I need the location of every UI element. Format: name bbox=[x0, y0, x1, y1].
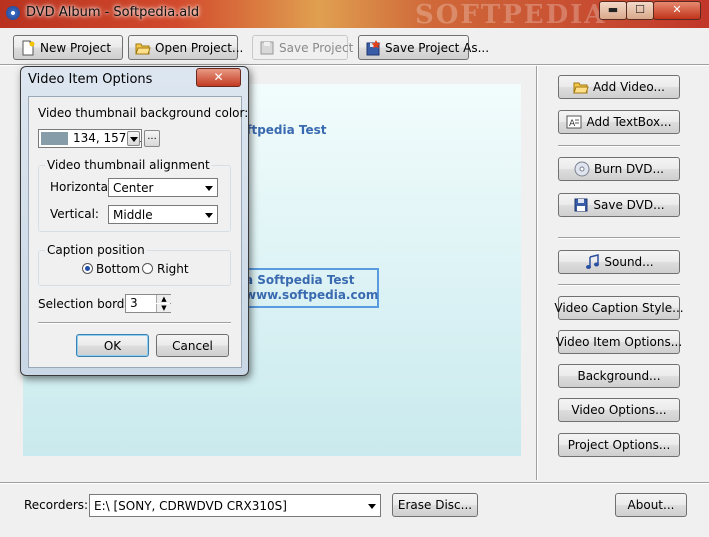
about-button[interactable]: About... bbox=[615, 493, 687, 517]
chevron-down-icon bbox=[130, 137, 138, 142]
save-as-icon bbox=[365, 39, 381, 56]
chevron-down-icon bbox=[205, 185, 213, 191]
background-button[interactable]: Background... bbox=[558, 364, 680, 388]
sound-label: Sound... bbox=[604, 255, 654, 269]
caption-position-label: Caption position bbox=[45, 243, 147, 257]
folder-open-icon bbox=[135, 40, 151, 56]
cancel-button[interactable]: Cancel bbox=[156, 334, 229, 357]
recorders-value: E:\ [SONY, CDRWDVD CRX310S] bbox=[94, 498, 287, 513]
burn-dvd-label: Burn DVD... bbox=[594, 162, 664, 176]
save-project-label: Save Project bbox=[279, 40, 354, 55]
right-panel-divider-2 bbox=[558, 237, 680, 239]
textbox-icon: A bbox=[566, 114, 582, 130]
new-file-icon bbox=[20, 40, 36, 56]
bg-color-swatch bbox=[41, 132, 68, 145]
window-title: DVD Album - Softpedia.ald bbox=[26, 5, 200, 20]
vertical-dropdown[interactable]: Middle bbox=[108, 205, 218, 224]
bottom-divider bbox=[0, 482, 709, 484]
bg-color-more-button[interactable]: ... bbox=[144, 130, 160, 147]
spin-down-icon[interactable]: ▼ bbox=[156, 304, 171, 312]
open-project-button[interactable]: Open Project... bbox=[128, 35, 243, 60]
dialog-divider bbox=[38, 322, 231, 324]
horizontal-value: Center bbox=[113, 180, 154, 195]
add-textbox-button[interactable]: A Add TextBox... bbox=[558, 110, 680, 134]
music-note-icon bbox=[584, 254, 600, 270]
save-project-button[interactable]: Save Project bbox=[252, 35, 353, 60]
chevron-down-icon bbox=[205, 212, 213, 218]
save-disk-icon bbox=[259, 40, 275, 56]
caption-bottom-radio[interactable] bbox=[82, 263, 93, 274]
horizontal-label: Horizontal: bbox=[50, 180, 116, 194]
recorders-dropdown[interactable]: E:\ [SONY, CDRWDVD CRX310S] bbox=[89, 494, 381, 517]
sound-button[interactable]: Sound... bbox=[558, 250, 680, 274]
minimize-button[interactable]: ▬ bbox=[599, 1, 627, 20]
close-button[interactable]: ✕ bbox=[653, 1, 701, 20]
burn-dvd-button[interactable]: Burn DVD... bbox=[558, 157, 680, 181]
maximize-button[interactable]: ☐ bbox=[626, 1, 654, 20]
preview-item-caption-line2: www.softpedia.com bbox=[245, 288, 379, 302]
selection-border-value: 3 bbox=[130, 296, 138, 310]
video-item-options-button[interactable]: Video Item Options... bbox=[556, 330, 682, 354]
preview-item-caption-line1: a Softpedia Test bbox=[245, 273, 355, 287]
preview-title-text[interactable]: oftpedia Test bbox=[238, 123, 327, 137]
recorders-label: Recorders: bbox=[24, 498, 89, 512]
folder-open-icon bbox=[573, 79, 589, 95]
alignment-group-label: Video thumbnail alignment bbox=[45, 158, 212, 172]
caption-right-radio[interactable] bbox=[142, 263, 153, 274]
bg-color-dropdown-button[interactable] bbox=[127, 131, 140, 146]
vertical-label: Vertical: bbox=[50, 207, 99, 221]
chevron-down-icon bbox=[368, 503, 376, 509]
app-icon bbox=[6, 6, 20, 20]
save-dvd-button[interactable]: Save DVD... bbox=[558, 193, 680, 217]
spin-up-icon[interactable]: ▲ bbox=[156, 295, 171, 303]
open-project-label: Open Project... bbox=[155, 40, 244, 55]
add-video-button[interactable]: Add Video... bbox=[558, 75, 680, 99]
new-project-button[interactable]: New Project bbox=[13, 35, 123, 60]
erase-disc-button[interactable]: Erase Disc... bbox=[392, 493, 478, 517]
watermark: SOFTPEDIA bbox=[415, 0, 607, 30]
disc-icon bbox=[574, 161, 590, 177]
dialog-close-button[interactable]: ✕ bbox=[196, 68, 241, 87]
save-project-as-button[interactable]: Save Project As... bbox=[358, 35, 489, 60]
project-options-button[interactable]: Project Options... bbox=[558, 433, 680, 457]
video-caption-style-button[interactable]: Video Caption Style... bbox=[554, 296, 684, 320]
save-project-as-label: Save Project As... bbox=[385, 40, 490, 55]
bg-color-label: Video thumbnail background color: bbox=[38, 106, 249, 120]
ok-button[interactable]: OK bbox=[76, 334, 149, 357]
svg-text:A: A bbox=[569, 119, 576, 129]
new-project-label: New Project bbox=[40, 40, 112, 55]
video-options-button[interactable]: Video Options... bbox=[558, 398, 680, 422]
add-video-label: Add Video... bbox=[593, 80, 665, 94]
right-panel-divider-1 bbox=[558, 145, 680, 147]
caption-right-label[interactable]: Right bbox=[157, 262, 189, 276]
right-panel-divider-3 bbox=[558, 284, 680, 286]
save-dvd-label: Save DVD... bbox=[593, 198, 665, 212]
panel-divider bbox=[536, 66, 538, 480]
caption-bottom-label[interactable]: Bottom bbox=[96, 262, 140, 276]
horizontal-dropdown[interactable]: Center bbox=[108, 178, 218, 197]
dialog-title: Video Item Options bbox=[28, 72, 153, 87]
add-textbox-label: Add TextBox... bbox=[586, 115, 672, 129]
vertical-value: Middle bbox=[113, 207, 153, 222]
save-disk-icon bbox=[573, 197, 589, 213]
